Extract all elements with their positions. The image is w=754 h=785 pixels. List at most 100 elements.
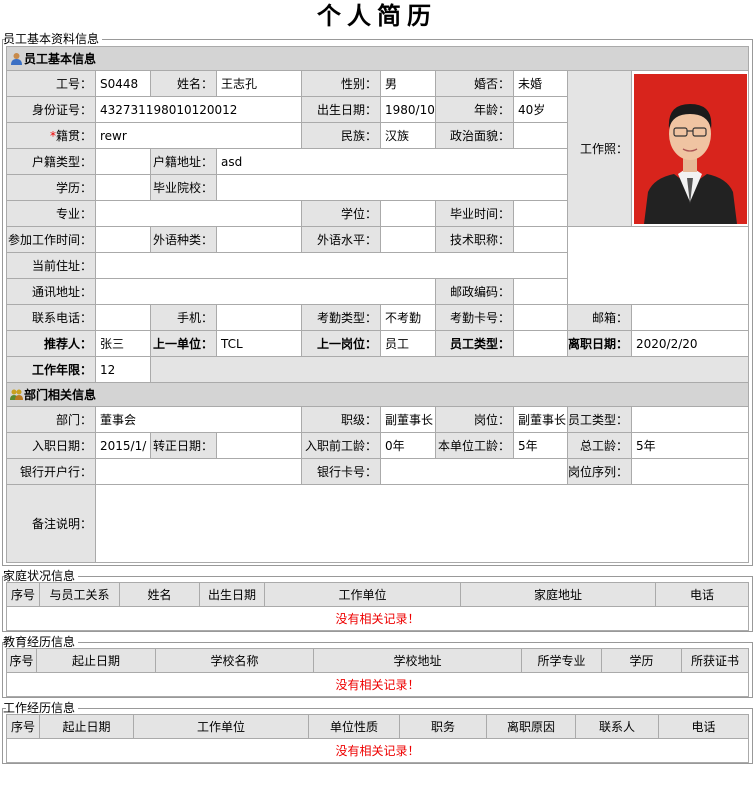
family-col-name: 姓名: [119, 582, 200, 607]
label-phone: 联系电话：: [6, 304, 96, 331]
value-join-date: 2015/1/: [95, 432, 151, 459]
family-col-birth: 出生日期: [199, 582, 265, 607]
value-total-years: 5年: [631, 432, 749, 459]
work-col-dates: 起止日期: [39, 714, 134, 739]
family-col-unit: 工作单位: [264, 582, 461, 607]
work-col-no: 序号: [6, 714, 40, 739]
employee-photo: [633, 73, 747, 224]
work-empty-message: 没有相关记录！: [6, 738, 749, 763]
value-married: 未婚: [513, 70, 568, 97]
label-email: 邮箱：: [567, 304, 632, 331]
label-attend-type: 考勤类型：: [301, 304, 381, 331]
value-leave-date: 2020/2/20: [631, 330, 749, 357]
work-col-unit: 工作单位: [133, 714, 309, 739]
dept-title: 部门相关信息: [24, 388, 97, 402]
value-dept: 董事会: [95, 406, 302, 433]
value-emp-type: [513, 330, 568, 357]
family-col-address: 家庭地址: [460, 582, 656, 607]
user-icon: [10, 52, 23, 65]
label-bank-card: 银行卡号：: [301, 458, 381, 485]
education-section: 教育经历信息 序号 起止日期 学校名称 学校地址 所学专业 学历 所获证书 没有…: [2, 636, 753, 698]
edu-col-address: 学校地址: [313, 648, 522, 673]
page-title: 个人简历: [317, 2, 437, 30]
label-rank: 职级：: [301, 406, 381, 433]
value-school: [216, 174, 568, 201]
value-tech-title: [513, 226, 568, 253]
value-work-start: [95, 226, 151, 253]
value-grad-time: [513, 200, 568, 227]
value-major: [95, 200, 302, 227]
work-col-nature: 单位性质: [308, 714, 400, 739]
label-mobile: 手机：: [150, 304, 217, 331]
dept-header: 部门相关信息: [6, 382, 749, 407]
label-dept: 部门：: [6, 406, 96, 433]
label-gender: 性别：: [301, 70, 381, 97]
value-nation: 汉族: [380, 122, 436, 149]
value-bank-card: [380, 458, 568, 485]
value-rank: 副董事长: [380, 406, 436, 433]
label-join-date: 入职日期：: [6, 432, 96, 459]
work-col-contact: 联系人: [575, 714, 659, 739]
value-name: 王志孔: [216, 70, 302, 97]
label-lang-type: 外语种类：: [150, 226, 217, 253]
photo-spacer: [567, 226, 749, 253]
label-married: 婚否：: [435, 70, 514, 97]
value-phone: [95, 304, 151, 331]
label-native: *籍贯：: [6, 122, 96, 149]
value-prev-post: 员工: [380, 330, 436, 357]
value-pre-years: 0年: [380, 432, 436, 459]
value-regular-date: [216, 432, 302, 459]
label-leave-date: 离职日期：: [567, 330, 632, 357]
family-col-relation: 与员工关系: [39, 582, 120, 607]
work-legend: 工作经历信息: [3, 701, 76, 715]
label-age: 年龄：: [435, 96, 514, 123]
value-unit-years: 5年: [513, 432, 568, 459]
value-political: [513, 122, 568, 149]
label-unit-years: 本单位工龄：: [435, 432, 514, 459]
work-section: 工作经历信息 序号 起止日期 工作单位 单位性质 职务 离职原因 联系人 电话 …: [2, 702, 753, 764]
label-grad-time: 毕业时间：: [435, 200, 514, 227]
family-col-no: 序号: [6, 582, 40, 607]
label-nation: 民族：: [301, 122, 381, 149]
label-birth: 出生日期：: [301, 96, 381, 123]
work-col-position: 职务: [399, 714, 487, 739]
label-native-text: 籍贯：: [55, 129, 92, 143]
value-remark: [95, 484, 749, 563]
edu-col-cert: 所获证书: [681, 648, 749, 673]
value-mail-addr: [95, 278, 436, 305]
label-dept-emp-type: 员工类型：: [567, 406, 632, 433]
label-political: 政治面貌：: [435, 122, 514, 149]
work-col-phone: 电话: [658, 714, 749, 739]
label-post-seq: 岗位序列：: [567, 458, 632, 485]
basic-info-section: 员工基本资料信息 员工基本信息 工号： S0448 姓名： 王志孔 性别： 男 …: [2, 33, 753, 566]
family-col-phone: 电话: [655, 582, 749, 607]
value-dept-emp-type: [631, 406, 749, 433]
label-hukou-type: 户籍类型：: [6, 148, 96, 175]
value-post-seq: [631, 458, 749, 485]
label-tech-title: 技术职称：: [435, 226, 514, 253]
value-lang-type: [216, 226, 302, 253]
edu-col-major: 所学专业: [521, 648, 602, 673]
family-section: 家庭状况信息 序号 与员工关系 姓名 出生日期 工作单位 家庭地址 电话 没有相…: [2, 570, 753, 632]
label-work-years: 工作年限：: [6, 356, 96, 383]
label-bank: 银行开户行：: [6, 458, 96, 485]
employee-info-table: 员工基本信息 工号： S0448 姓名： 王志孔 性别： 男 婚否： 未婚 工作…: [6, 46, 749, 563]
filler-cell: [150, 356, 749, 383]
value-hukou-type: [95, 148, 151, 175]
label-hukou-addr: 户籍地址：: [150, 148, 217, 175]
edu-col-dates: 起止日期: [36, 648, 156, 673]
value-degree: [380, 200, 436, 227]
edu-col-school: 学校名称: [155, 648, 314, 673]
label-total-years: 总工龄：: [567, 432, 632, 459]
value-bank: [95, 458, 302, 485]
label-attend-card: 考勤卡号：: [435, 304, 514, 331]
value-mobile: [216, 304, 302, 331]
value-birth: 1980/10: [380, 96, 436, 123]
photo-spacer: [567, 278, 749, 305]
label-current-addr: 当前住址：: [6, 252, 96, 279]
group-icon: [10, 388, 23, 401]
employee-basic-header: 员工基本信息: [6, 46, 749, 71]
label-lang-level: 外语水平：: [301, 226, 381, 253]
label-name: 姓名：: [150, 70, 217, 97]
label-emp-id: 工号：: [6, 70, 96, 97]
